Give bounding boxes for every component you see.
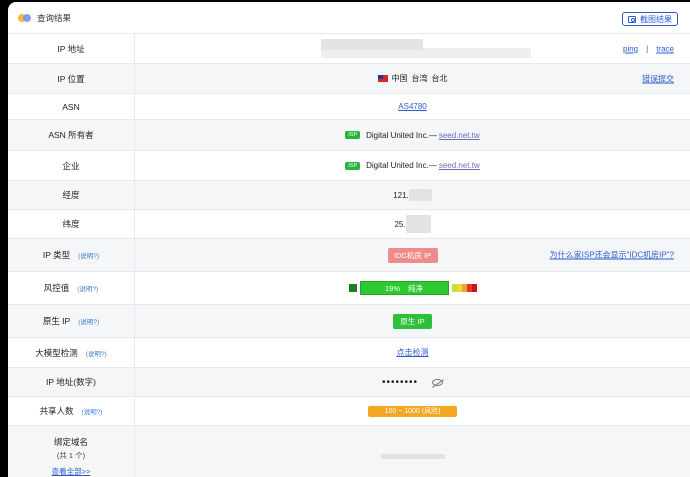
ip-type-hint-link[interactable]: (说明?) [78,250,99,260]
result-card: 查询结果 截图结果 IP 地址 ping | trace IP 位置 中国 台湾 [8,2,690,477]
header-title: 查询结果 [37,12,72,23]
eye-slash-icon[interactable] [432,378,443,386]
isp-badge: ISP [345,161,361,170]
label-ip-type: IP 类型 [42,250,71,260]
ping-link[interactable]: ping [623,44,638,53]
risk-percent: 19% [384,283,400,293]
risk-scale [451,284,477,292]
row-risk: 风控值 (说明?) 19% 纯净 [8,272,690,305]
native-ip-badge: 原生 IP [393,313,432,329]
latitude-value: 25. [394,219,406,229]
native-hint-link[interactable]: (说明?) [78,316,99,326]
latitude-redacted [405,215,431,233]
result-table: IP 地址 ping | trace IP 位置 中国 台湾 台北 错误提交 ASN [8,34,690,477]
row-longitude: 经度 121. [8,181,690,210]
row-latitude: 纬度 25. [8,210,690,239]
asn-owner-org: Digital United Inc.— [366,130,437,140]
asn-owner-domain-link[interactable]: seed.net.tw [439,131,480,140]
isp-badge: ISP [345,131,361,139]
bound-domains-count: (共 1 个) [56,450,86,460]
llm-check-link[interactable]: 点击检测 [397,347,429,358]
label-company: 企业 [8,151,135,180]
risk-low-marker [348,284,357,292]
label-shared-users: 共享人数 [39,406,74,416]
ip-tools: ping | trace [623,44,674,53]
view-all-domains-link[interactable]: 查看全部>> [52,466,91,477]
longitude-value: 121. [393,190,409,200]
share-hint-link[interactable]: (说明?) [82,406,103,416]
label-native-ip: 原生 IP [42,316,71,326]
ip-type-badge: IDC机房 IP [387,247,438,263]
camera-icon [628,15,636,23]
screenshot-label: 截图结果 [640,14,672,24]
label-ip-number: IP 地址(数字) [8,368,135,396]
row-shared-users: 共享人数 (说明?) 100 ~ 1000 (风险) [8,397,690,426]
label-longitude: 经度 [8,181,135,209]
report-error-link[interactable]: 错误提交 [642,73,674,84]
row-bound-domains: 绑定域名 (共 1 个) 查看全部>> [8,426,690,477]
company-domain-link[interactable]: seed.net.tw [439,161,480,170]
taiwan-flag-icon [377,75,388,82]
location-city: 台北 [431,74,448,83]
label-bound-domains: 绑定域名 [53,436,88,447]
label-risk: 风控值 [43,283,70,293]
row-ip-type: IP 类型 (说明?) IDC机房 IP 为什么家ISP还会显示"IDC机房IP… [8,239,690,272]
label-asn-owner: ASN 所有者 [8,120,135,150]
row-native-ip: 原生 IP (说明?) 原生 IP [8,305,690,338]
company-org: Digital United Inc.— [366,161,437,170]
ip-tools-separator: | [646,44,649,53]
risk-level: 纯净 [408,283,423,293]
label-ip-address: IP 地址 [8,34,135,63]
ip-type-question-link[interactable]: 为什么家ISP还会显示"IDC机房IP"? [550,250,674,261]
row-asn-owner: ASN 所有者 ISP Digital United Inc.— seed.ne… [8,120,690,151]
label-asn: ASN [8,94,135,119]
risk-hint-link[interactable]: (说明?) [77,283,98,293]
label-latitude: 纬度 [8,210,135,238]
row-ip-number: IP 地址(数字) •••••••• [8,368,690,397]
bound-domain-redacted [380,453,445,459]
result-header: 查询结果 截图结果 [8,2,690,34]
ip-address-redacted-2 [321,48,531,58]
llm-hint-link[interactable]: (说明?) [86,348,107,358]
asn-link[interactable]: AS4780 [398,102,426,111]
risk-meter: 19% 纯净 [348,281,477,295]
row-llm-check: 大模型检测 (说明?) 点击检测 [8,338,690,368]
shared-users-badge: 100 ~ 1000 (风险) [368,405,457,417]
location-region: 台湾 [411,74,428,83]
row-company: 企业 ISP Digital United Inc.— seed.net.tw [8,151,690,181]
row-ip-address: IP 地址 ping | trace [8,34,690,64]
risk-bar: 19% 纯净 [359,281,449,295]
label-llm-check: 大模型检测 [35,347,78,358]
location-country: 中国 [391,74,408,83]
row-ip-location: IP 位置 中国 台湾 台北 错误提交 [8,64,690,94]
logo-icon [18,13,31,22]
screenshot-button[interactable]: 截图结果 [622,12,678,26]
ip-number-masked: •••••••• [381,376,418,388]
longitude-redacted [408,189,432,201]
trace-link[interactable]: trace [656,44,674,53]
label-ip-location: IP 位置 [8,64,135,93]
row-asn: ASN AS4780 [8,94,690,120]
